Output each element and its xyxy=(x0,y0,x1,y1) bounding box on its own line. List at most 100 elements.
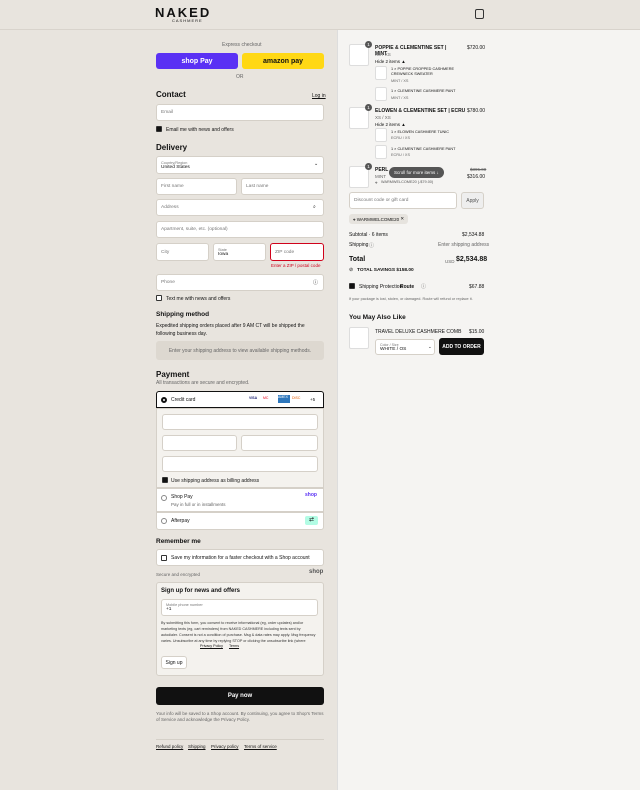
item-size: XS / XS xyxy=(375,52,391,57)
signup-button[interactable]: Sign up xyxy=(161,656,187,669)
info-icon[interactable]: ⓘ xyxy=(421,283,426,290)
mobile-phone-field[interactable]: Mobile phone number +1 xyxy=(161,599,318,616)
newsletter-checkbox[interactable] xyxy=(156,126,162,132)
item-name: PERL xyxy=(375,167,389,173)
sub-item-meta: MINT / XS xyxy=(391,79,409,83)
help-icon[interactable]: ⓘ xyxy=(313,279,318,286)
total-savings: TOTAL SAVINGS $158.00 xyxy=(357,268,414,273)
subtotal-value: $2,534.88 xyxy=(462,232,485,238)
discount-tag-icon: ⌖ xyxy=(375,180,378,185)
state-select[interactable]: State Iowa xyxy=(213,243,266,261)
express-checkout-label: Express checkout xyxy=(222,42,262,48)
recommended-product-price: $15.00 xyxy=(469,329,485,335)
shop-pay-button[interactable]: shop Pay xyxy=(156,53,238,69)
quantity-badge: 1 xyxy=(365,163,372,170)
zip-error: Enter a ZIP / postal code xyxy=(271,263,321,268)
billing-checkbox[interactable] xyxy=(162,477,168,483)
shipping-link[interactable]: Shipping xyxy=(188,744,206,749)
credit-card-radio[interactable] xyxy=(161,397,167,403)
add-to-order-button[interactable]: ADD TO ORDER xyxy=(439,338,484,355)
shipping-note: Expedited shipping orders placed after 9… xyxy=(156,323,305,337)
scroll-for-more-tooltip[interactable]: Scroll for more items ↓ xyxy=(389,167,444,178)
sms-checkbox[interactable] xyxy=(156,295,162,301)
discount-tag-label: WARMWELCOME20 xyxy=(356,216,400,222)
terms-of-service-link[interactable]: Terms of service xyxy=(244,744,277,749)
shop-pay-radio[interactable] xyxy=(161,495,167,501)
amazon-pay-button[interactable]: amazon pay xyxy=(242,53,324,69)
savings-icon: ⊘ xyxy=(349,267,354,273)
country-value: United States xyxy=(161,164,190,170)
shop-pay-subtitle: Pay in full or in installments xyxy=(171,502,226,507)
shipping-protection-checkbox[interactable] xyxy=(349,283,355,289)
variant-select[interactable]: Color / Size WHITE / OS xyxy=(375,339,435,355)
shipping-protection-note: If your package is lost, stolen, or dama… xyxy=(349,297,473,301)
currency-code: USD xyxy=(445,259,455,264)
first-name-field[interactable]: First name xyxy=(156,178,237,195)
mastercard-icon: MC xyxy=(263,396,269,400)
privacy-policy-link[interactable]: Privacy policy xyxy=(211,744,239,749)
sub-item-name: 1 × CLEMENTINE CASHMERE PANT xyxy=(391,147,456,151)
phone-field[interactable]: Phone xyxy=(156,274,324,291)
afterpay-label: Afterpay xyxy=(171,518,190,524)
visa-icon: VISA xyxy=(249,396,258,400)
total-value: $2,534.88 xyxy=(456,256,488,263)
card-number-field[interactable] xyxy=(162,414,318,430)
apply-button[interactable]: Apply xyxy=(461,192,484,209)
sub-item-thumbnail xyxy=(375,145,387,159)
signup-privacy-link[interactable]: Privacy Policy xyxy=(200,644,223,648)
afterpay-radio[interactable] xyxy=(161,518,167,524)
signup-heading: Sign up for news and offers xyxy=(161,588,241,594)
chevron-down-icon: ⌄ xyxy=(314,161,319,167)
item-price: $780.00 xyxy=(467,108,486,114)
shipping-value: Enter shipping address xyxy=(438,242,490,248)
brand-subtitle: CASHMERE xyxy=(172,18,203,23)
hide-items-toggle[interactable]: Hide 2 items ▲ xyxy=(375,122,406,127)
item-price: $720.00 xyxy=(467,45,486,51)
pay-now-button[interactable]: Pay now xyxy=(156,687,324,705)
country-select[interactable]: Country/Region United States xyxy=(156,156,324,174)
item-name: ELOWEN & CLEMENTINE SET | ECRU xyxy=(375,108,466,114)
remember-me-checkbox[interactable] xyxy=(161,555,167,561)
remove-tag-icon[interactable]: ✕ xyxy=(399,216,404,222)
subtotal-label: Subtotal · 6 items xyxy=(349,232,388,238)
address-field[interactable]: Address xyxy=(156,199,324,216)
contact-heading: Contact xyxy=(156,90,186,99)
refund-policy-link[interactable]: Refund policy xyxy=(156,744,183,749)
payment-heading: Payment xyxy=(156,370,190,379)
sub-item-meta: MINT / XS xyxy=(391,96,409,100)
delivery-heading: Delivery xyxy=(156,143,188,152)
zip-field[interactable]: ZIP code xyxy=(270,243,324,261)
shipping-label: Shipping xyxy=(349,242,369,248)
hide-items-toggle[interactable]: Hide 2 items ▲ xyxy=(375,59,406,64)
state-value: Iowa xyxy=(218,251,229,257)
recommended-product-name: TRAVEL DELUXE CASHMERE COMB xyxy=(375,329,462,335)
quantity-badge: 1 xyxy=(365,104,372,111)
city-field[interactable]: City xyxy=(156,243,209,261)
variant-value: WHITE / OS xyxy=(380,346,407,352)
apartment-field[interactable]: Apartment, suite, etc. (optional) xyxy=(156,221,324,238)
remember-me-label: Save my information for a faster checkou… xyxy=(171,555,310,561)
shop-pay-option[interactable] xyxy=(156,488,324,512)
signup-legal-text: By submitting this form, you consent to … xyxy=(161,621,316,643)
sub-item-meta: ECRU / XS xyxy=(391,136,410,140)
sub-item-name: 1 × CLEMENTINE CASHMERE PANT xyxy=(391,89,456,93)
expiry-field[interactable] xyxy=(162,435,237,451)
chevron-down-icon: ⌄ xyxy=(428,344,432,349)
mobile-phone-value: +1 xyxy=(166,607,172,612)
shopping-bag-icon[interactable] xyxy=(475,9,484,19)
footer-note: Your info will be saved to a Shop accoun… xyxy=(156,711,324,722)
newsletter-label: Email me with news and offers xyxy=(166,127,234,133)
email-field[interactable]: Email xyxy=(156,104,324,121)
order-summary xyxy=(337,30,640,790)
sub-item-name: 1 × POPPIE CROPPED CASHMERE CREWNECK SWE… xyxy=(391,67,454,76)
name-on-card-field[interactable] xyxy=(162,456,318,472)
item-size: XS / XS xyxy=(375,115,391,120)
login-link[interactable]: Log in xyxy=(312,93,326,99)
recommended-product-thumbnail xyxy=(349,327,369,349)
info-icon[interactable]: ⓘ xyxy=(369,242,374,249)
signup-terms-link[interactable]: Terms xyxy=(229,644,239,648)
security-code-field[interactable] xyxy=(241,435,318,451)
discount-code-field[interactable]: Discount code or gift card xyxy=(349,192,457,209)
billing-label: Use shipping address as billing address xyxy=(171,478,260,484)
last-name-field[interactable]: Last name xyxy=(241,178,324,195)
